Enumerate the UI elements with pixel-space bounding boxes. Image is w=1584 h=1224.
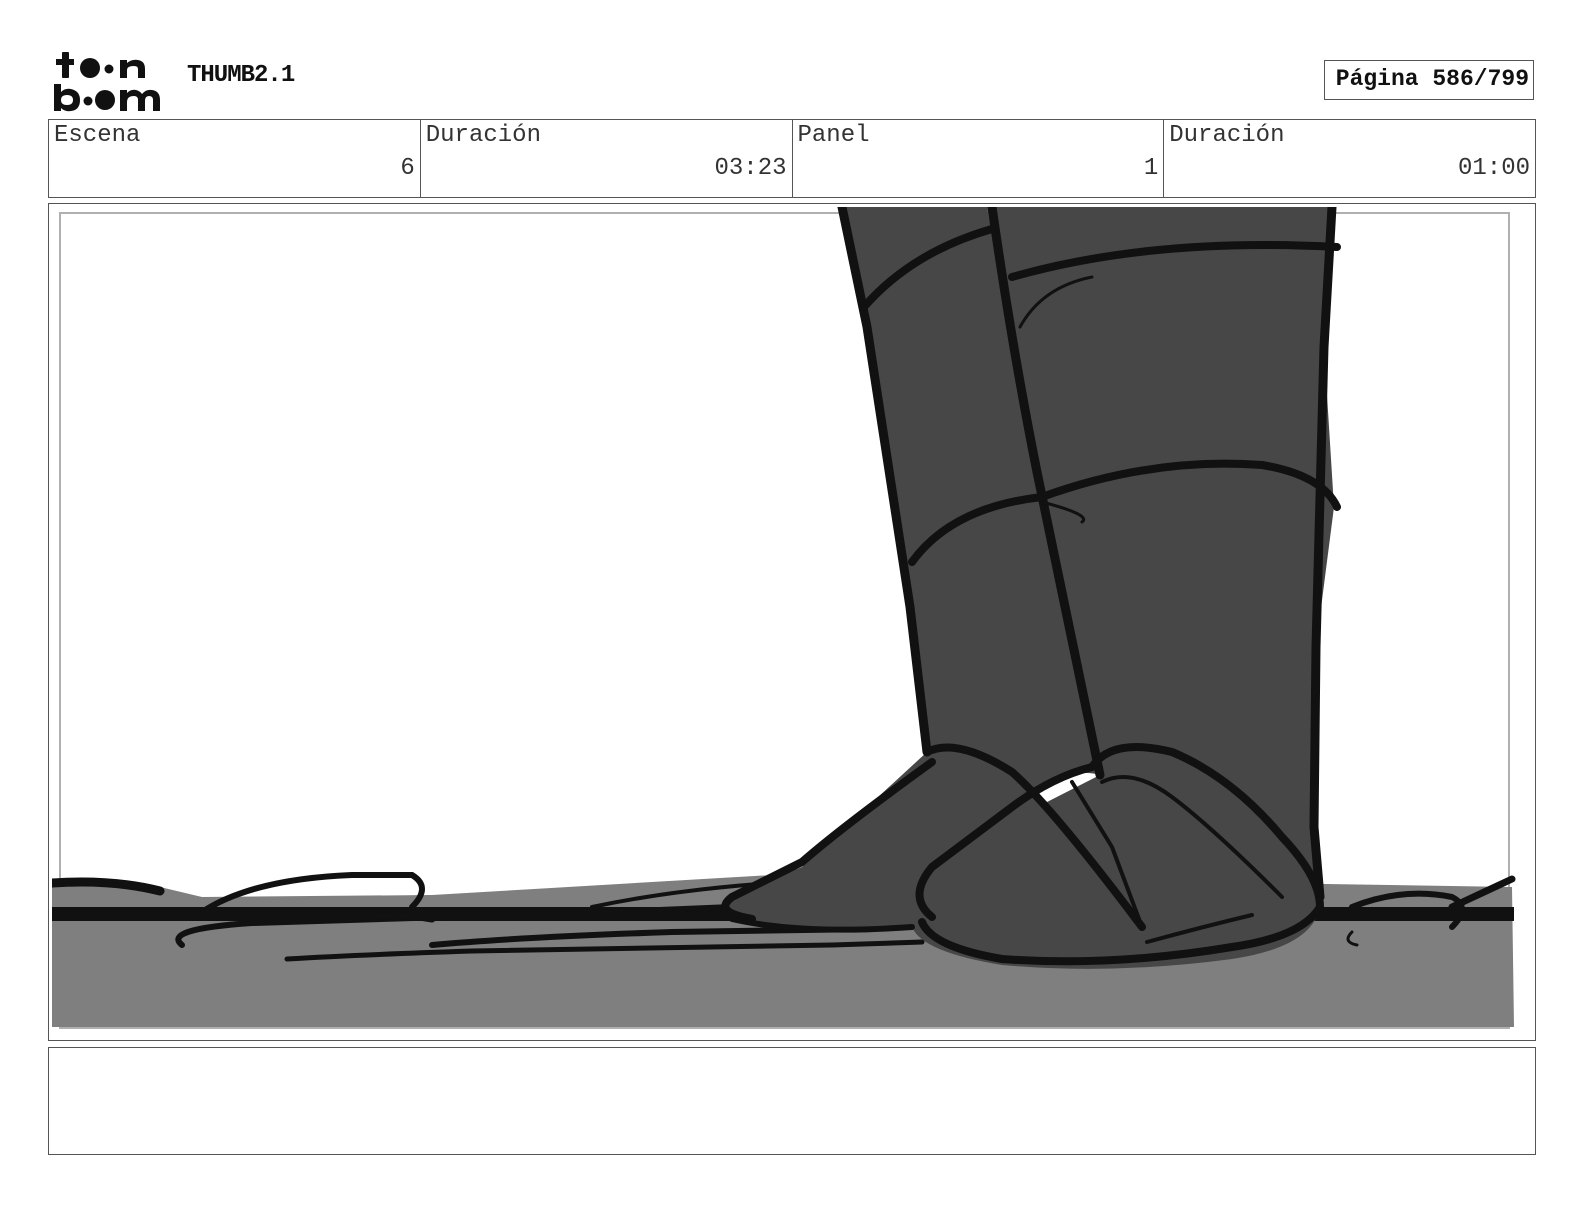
scene-value: 6 — [400, 155, 415, 182]
scene-label: Escena — [54, 122, 141, 149]
scene-duration-value: 03:23 — [714, 155, 787, 182]
panel-label: Panel — [797, 122, 870, 149]
panel-value: 1 — [1143, 155, 1159, 182]
scene-cell: Escena 6 — [49, 120, 421, 197]
page-counter: Página 586/799 — [1324, 60, 1534, 100]
panel-drawing — [52, 207, 1531, 1036]
toonboom-logo — [54, 52, 160, 112]
panel-info-row: Escena 6 Duración 03:23 Panel 1 Duración… — [48, 119, 1536, 198]
storyboard-panel — [48, 203, 1536, 1041]
panel-notes — [48, 1047, 1536, 1155]
scene-duration-label: Duración — [425, 122, 541, 149]
scene-duration-cell: Duración 03:23 — [421, 120, 793, 197]
panel-duration-cell: Duración 01:00 — [1164, 120, 1535, 197]
panel-number-cell: Panel 1 — [793, 120, 1165, 197]
logo-bottom-row — [54, 84, 160, 112]
logo-top-row — [56, 52, 145, 78]
panel-duration-label: Duración — [1169, 122, 1285, 149]
panel-duration-value: 01:00 — [1457, 155, 1530, 182]
project-title: THUMB2.1 — [187, 62, 295, 89]
